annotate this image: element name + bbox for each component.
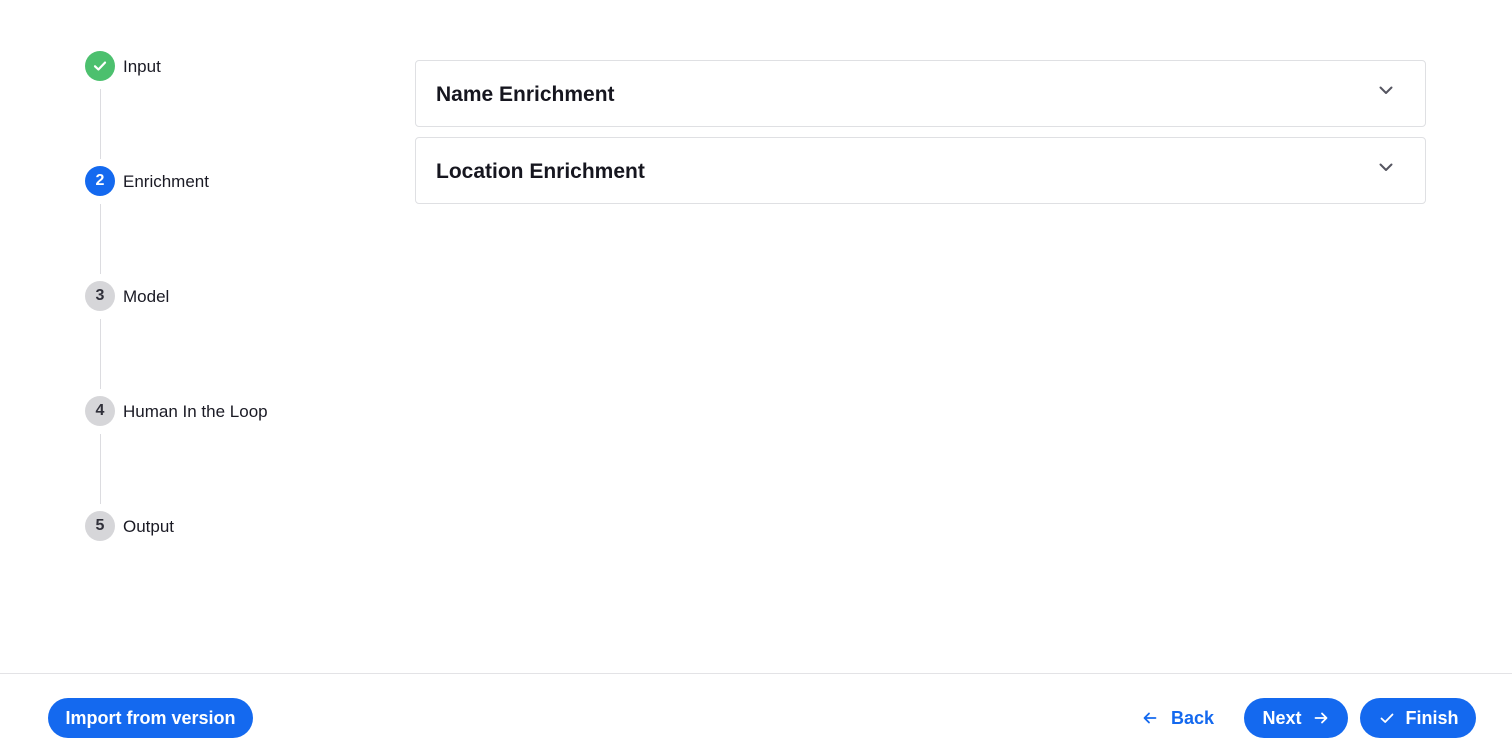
step-label: Model bbox=[123, 287, 170, 306]
import-button-label: Import from version bbox=[65, 707, 236, 728]
wizard-page: Input 2 Enrichment 3 Model 4 Human In th… bbox=[0, 0, 1512, 756]
location-enrichment-accordion[interactable]: Location Enrichment bbox=[415, 137, 1426, 204]
finish-button-label: Finish bbox=[1405, 707, 1459, 728]
step-complete-check-icon bbox=[85, 51, 115, 81]
import-from-version-button[interactable]: Import from version bbox=[48, 698, 253, 738]
next-button[interactable]: Next bbox=[1244, 698, 1348, 738]
chevron-down-icon[interactable] bbox=[1377, 81, 1395, 99]
step-label: Human In the Loop bbox=[123, 402, 268, 421]
step-number: 3 bbox=[85, 281, 115, 311]
accordion-title: Name Enrichment bbox=[436, 83, 615, 106]
step-number: 4 bbox=[85, 396, 115, 426]
step-label: Output bbox=[123, 517, 175, 536]
footer-divider bbox=[0, 673, 1512, 674]
finish-button[interactable]: Finish bbox=[1360, 698, 1476, 738]
enrichment-accordion-list: Name Enrichment Location Enrichment bbox=[415, 60, 1426, 214]
step-connector bbox=[99, 319, 101, 389]
step-connector bbox=[99, 89, 101, 159]
step-output[interactable]: 5 Output bbox=[85, 511, 345, 626]
step-connector bbox=[99, 204, 101, 274]
step-number: 5 bbox=[85, 511, 115, 541]
step-label: Enrichment bbox=[123, 172, 209, 191]
arrow-right-icon bbox=[1314, 712, 1327, 724]
name-enrichment-accordion[interactable]: Name Enrichment bbox=[415, 60, 1426, 127]
check-icon bbox=[1380, 713, 1393, 723]
arrow-left-icon bbox=[1143, 712, 1157, 724]
back-button-label: Back bbox=[1170, 707, 1215, 728]
stepper: Input 2 Enrichment 3 Model 4 Human In th… bbox=[85, 51, 345, 626]
step-enrichment[interactable]: 2 Enrichment bbox=[85, 166, 345, 281]
next-button-label: Next bbox=[1262, 707, 1302, 728]
step-label: Input bbox=[123, 57, 161, 76]
step-human-in-the-loop[interactable]: 4 Human In the Loop bbox=[85, 396, 345, 511]
back-button[interactable]: Back bbox=[1130, 698, 1225, 738]
accordion-title: Location Enrichment bbox=[436, 160, 645, 183]
chevron-down-icon[interactable] bbox=[1377, 158, 1395, 176]
step-number: 2 bbox=[85, 166, 115, 196]
step-connector bbox=[99, 434, 101, 504]
step-input[interactable]: Input bbox=[85, 51, 345, 166]
step-model[interactable]: 3 Model bbox=[85, 281, 345, 396]
